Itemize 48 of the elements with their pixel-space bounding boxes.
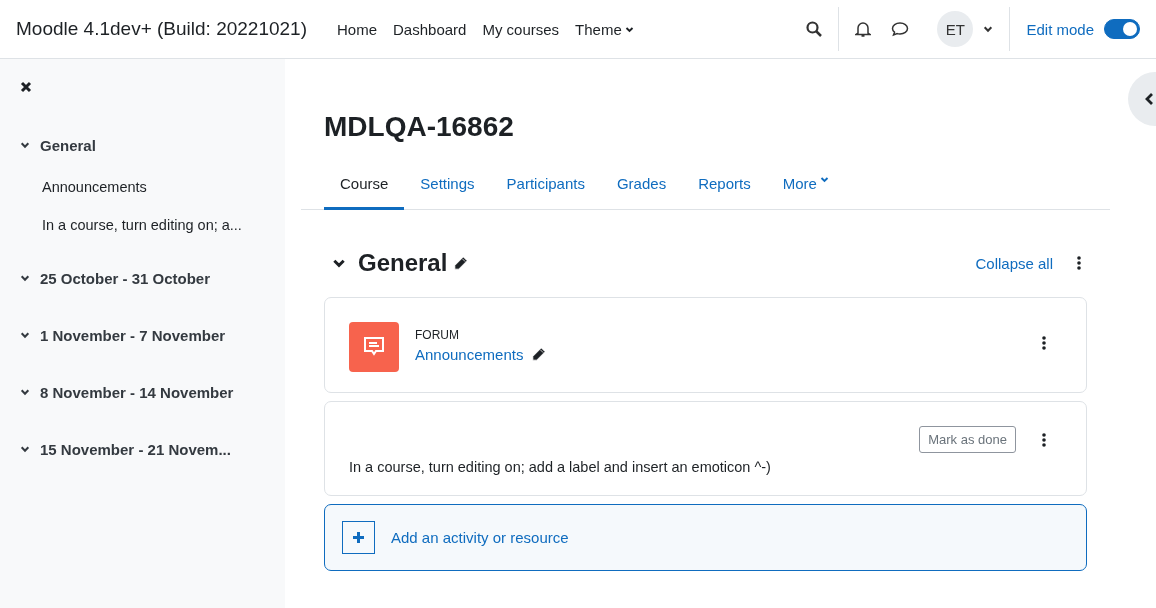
collapse-all-link[interactable]: Collapse all <box>975 254 1053 272</box>
chevron-down-icon <box>20 140 30 150</box>
label-text: In a course, turn editing on; add a label and insert an emoticon ^-) <box>349 459 772 475</box>
activity-type: FORUM <box>415 328 460 342</box>
site-title[interactable]: Moodle 4.1dev+ (Build: 20221021) <box>16 18 307 40</box>
section-link[interactable]: 15 November - 21 Novem... <box>40 440 231 458</box>
more-options-icon[interactable] <box>1042 336 1046 350</box>
chevron-left-icon <box>1144 92 1154 106</box>
user-avatar[interactable]: ET <box>937 11 974 47</box>
course-tab[interactable]: Reports <box>682 166 767 210</box>
course-tab[interactable]: Settings <box>404 166 491 210</box>
mark-as-done-button[interactable]: Mark as done <box>919 426 1016 453</box>
activity-link[interactable]: Announcements <box>42 179 285 195</box>
section-link[interactable]: 25 October - 31 October <box>40 269 211 287</box>
activity-link[interactable]: In a course, turn editing on; a... <box>42 217 285 233</box>
edit-mode-label: Edit mode <box>1026 20 1094 38</box>
section-link[interactable]: 1 November - 7 November <box>40 326 226 344</box>
chevron-down-icon <box>20 444 30 454</box>
pencil-icon[interactable] <box>531 347 547 362</box>
section-link[interactable]: 8 November - 14 November <box>40 383 234 401</box>
search-icon[interactable] <box>806 21 823 37</box>
activity-link[interactable]: Announcements <box>415 346 524 363</box>
speech-bubble-icon[interactable] <box>891 21 910 37</box>
nav-link[interactable]: Home <box>337 20 378 38</box>
bell-icon[interactable] <box>855 20 872 38</box>
course-title: MDLQA-16862 <box>324 111 515 143</box>
section-link[interactable]: General <box>40 136 96 154</box>
pencil-icon[interactable] <box>453 255 469 271</box>
chevron-down-icon <box>819 175 829 184</box>
section-title: General <box>358 249 448 277</box>
course-tab[interactable]: Grades <box>600 166 683 210</box>
course-tab[interactable]: Course <box>324 166 405 210</box>
close-icon[interactable] <box>20 81 32 93</box>
course-tab[interactable]: Participants <box>490 166 601 210</box>
plus-icon <box>352 531 365 544</box>
nav-link[interactable]: My courses <box>482 20 560 38</box>
add-activity-button[interactable]: Add an activity or resource <box>324 504 1087 571</box>
more-options-icon[interactable] <box>1042 432 1046 447</box>
forum-icon <box>349 322 399 372</box>
nav-link[interactable]: Dashboard <box>393 20 467 38</box>
edit-mode-switch[interactable] <box>1104 19 1140 39</box>
chevron-down-icon <box>20 330 30 340</box>
nav-link[interactable]: Theme <box>575 20 634 38</box>
chevron-down-icon <box>983 24 994 34</box>
chevron-down-icon <box>20 387 30 397</box>
more-options-icon[interactable] <box>1077 256 1081 270</box>
course-tab[interactable]: More <box>766 166 845 210</box>
chevron-down-icon <box>20 273 30 283</box>
